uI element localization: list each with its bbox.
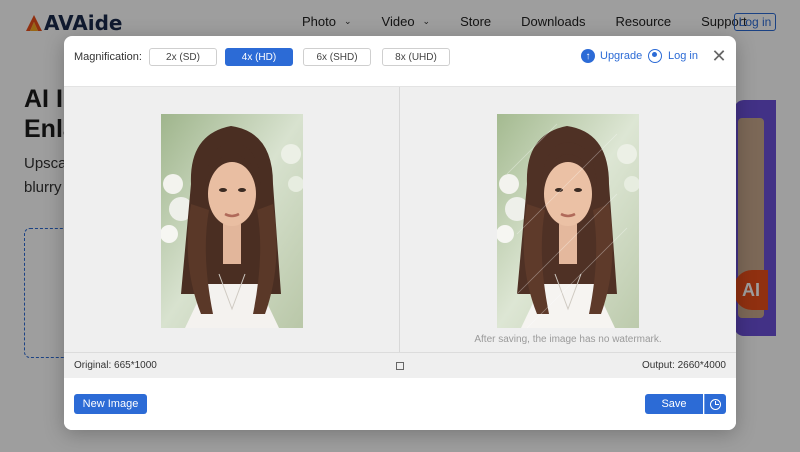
comparison-area: After saving, the image has no watermark…	[64, 86, 736, 353]
modal-login-link[interactable]: Log in	[648, 49, 698, 63]
save-button[interactable]: Save	[645, 394, 703, 414]
clock-icon	[710, 398, 721, 410]
portrait-photo-output	[497, 114, 639, 328]
enlarge-modal: Magnification: 2x (SD) 4x (HD) 6x (SHD) …	[64, 36, 736, 430]
user-icon	[648, 49, 662, 63]
mag-option-4x[interactable]: 4x (HD)	[225, 48, 293, 66]
resolution-bar: Original: 665*1000 Output: 2660*4000	[64, 352, 736, 378]
upload-arrow-icon: ↑	[581, 49, 595, 63]
modal-header: Magnification: 2x (SD) 4x (HD) 6x (SHD) …	[64, 36, 736, 86]
new-image-button[interactable]: New Image	[74, 394, 147, 414]
enlarged-image	[497, 114, 639, 328]
magnification-label: Magnification:	[74, 51, 142, 63]
output-size: Output: 2660*4000	[642, 360, 726, 371]
mag-option-8x[interactable]: 8x (UHD)	[382, 48, 450, 66]
mag-option-6x[interactable]: 6x (SHD)	[303, 48, 371, 66]
upgrade-link[interactable]: ↑ Upgrade	[581, 49, 642, 63]
watermark-note: After saving, the image has no watermark…	[474, 334, 662, 345]
modal-footer: New Image Save	[64, 378, 736, 430]
original-size: Original: 665*1000	[74, 360, 157, 371]
history-button[interactable]	[704, 394, 726, 414]
close-icon[interactable]: ✕	[711, 47, 727, 65]
compare-square-icon[interactable]	[396, 362, 404, 370]
mag-option-2x[interactable]: 2x (SD)	[149, 48, 217, 66]
original-image	[161, 114, 303, 328]
compare-divider[interactable]	[399, 87, 400, 353]
portrait-photo-original	[161, 114, 303, 328]
